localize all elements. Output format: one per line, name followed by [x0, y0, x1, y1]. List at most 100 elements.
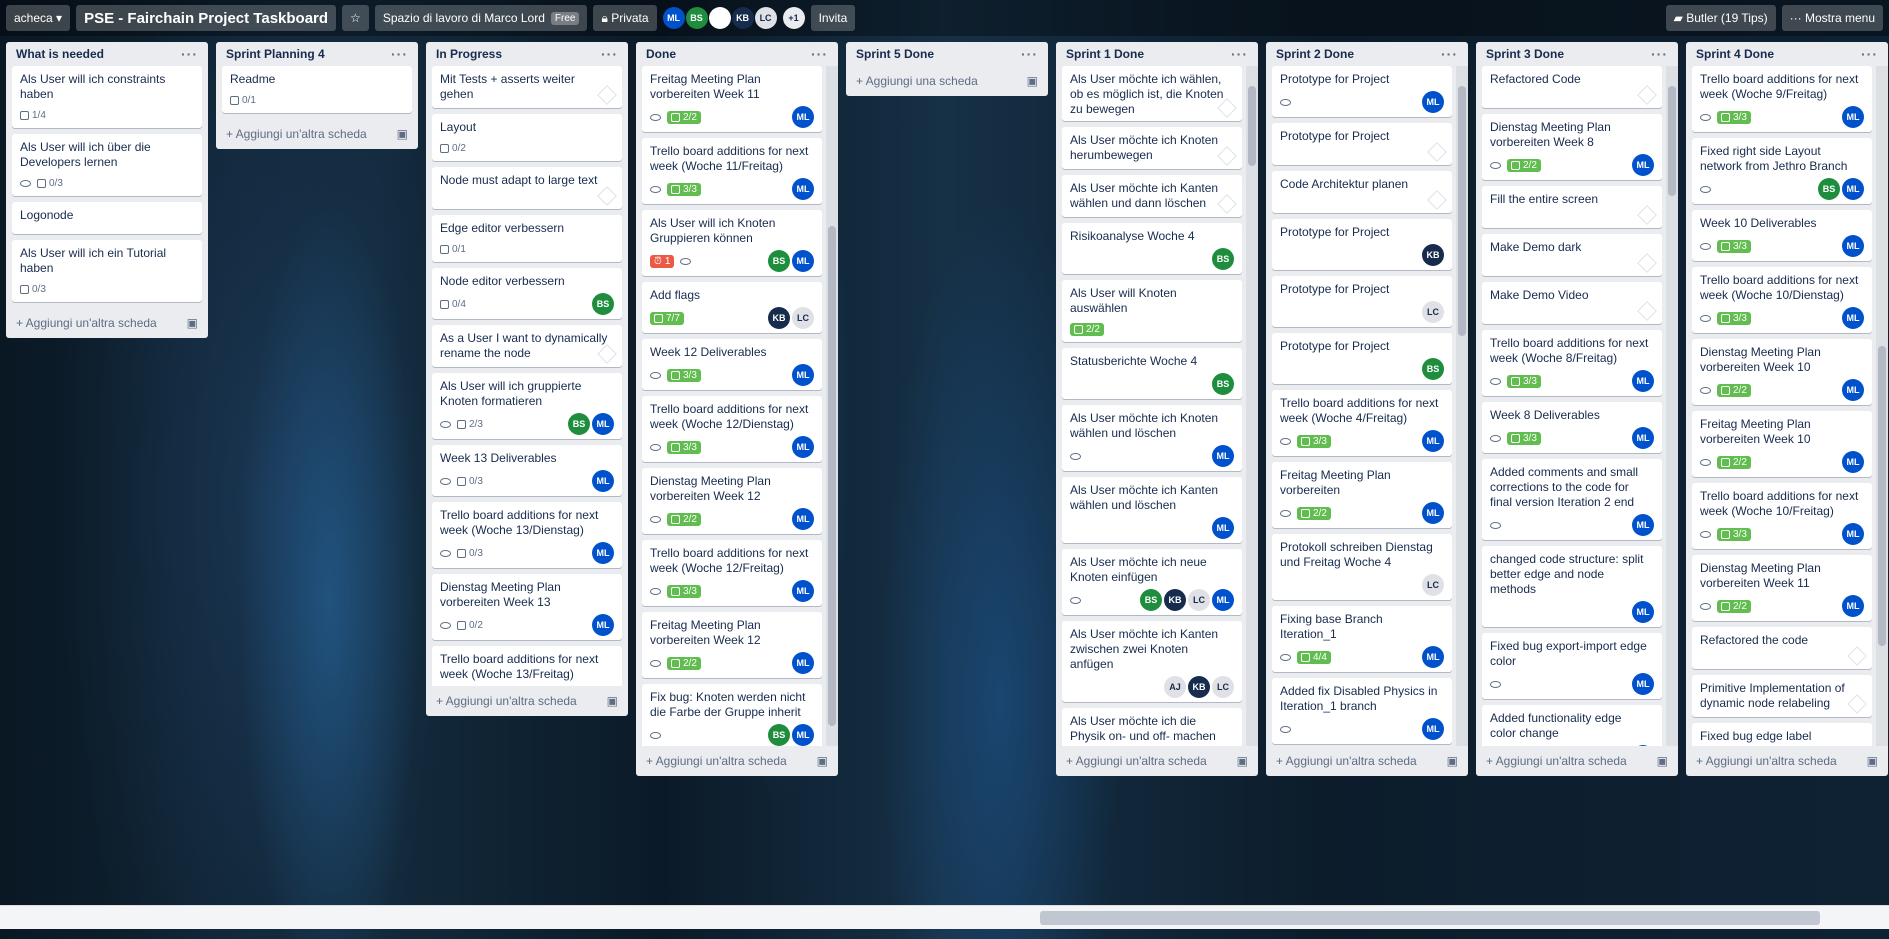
template-icon[interactable]: ▣ — [1237, 754, 1248, 768]
list-title[interactable]: Sprint 3 Done — [1486, 47, 1564, 61]
more-icon[interactable]: ··· — [1021, 46, 1038, 62]
member-avatar[interactable]: KB — [1422, 244, 1444, 266]
member-avatar[interactable]: ML — [1842, 379, 1864, 401]
list-title[interactable]: Sprint 2 Done — [1276, 47, 1354, 61]
member-avatar[interactable]: ML — [1422, 646, 1444, 668]
card[interactable]: Trello board additions for next week (Wo… — [1272, 390, 1452, 456]
vertical-scrollbar[interactable] — [1246, 66, 1258, 746]
member-avatar[interactable]: ML — [792, 364, 814, 386]
member-avatar[interactable]: ML — [1632, 673, 1654, 695]
card[interactable]: Prototype for Project — [1272, 123, 1452, 165]
card[interactable]: Make Demo Video — [1482, 282, 1662, 324]
member-avatar[interactable]: KB — [768, 307, 790, 329]
member-avatar[interactable]: BS — [1140, 589, 1162, 611]
card[interactable]: Week 10 Deliverables 3/3 ML — [1692, 210, 1872, 261]
card[interactable]: Prototype for Project BS — [1272, 333, 1452, 384]
template-icon[interactable]: ▣ — [1447, 754, 1458, 768]
card[interactable]: Freitag Meeting Plan vorbereiten Week 12… — [642, 612, 822, 678]
more-icon[interactable]: ··· — [811, 46, 828, 62]
list-title[interactable]: Done — [646, 47, 676, 61]
scrollbar-thumb[interactable] — [1668, 86, 1676, 196]
member-avatar[interactable]: ML — [792, 436, 814, 458]
member-avatar[interactable]: ML — [1632, 745, 1654, 746]
list-title[interactable]: What is needed — [16, 47, 104, 61]
card[interactable]: Fixed bug edge labelML — [1692, 723, 1872, 746]
vertical-scrollbar[interactable] — [1456, 66, 1468, 746]
list-title[interactable]: Sprint 4 Done — [1696, 47, 1774, 61]
card[interactable]: Primitive Implementation of dynamic node… — [1692, 675, 1872, 717]
member-avatar[interactable]: ML — [1212, 589, 1234, 611]
more-icon[interactable]: ··· — [391, 46, 408, 62]
member-avatar[interactable]: ML — [1422, 502, 1444, 524]
card[interactable]: Als User will ich über die Developers le… — [12, 134, 202, 196]
list-title[interactable]: Sprint 1 Done — [1066, 47, 1144, 61]
card[interactable]: Freitag Meeting Plan vorbereiten Week 10… — [1692, 411, 1872, 477]
template-icon[interactable]: ▣ — [1867, 754, 1878, 768]
card[interactable]: Trello board additions for next week (Wo… — [642, 396, 822, 462]
vertical-scrollbar[interactable] — [1876, 66, 1888, 746]
card[interactable]: Trello board additions for next week (Wo… — [432, 646, 622, 686]
card[interactable]: Week 13 Deliverables 0/3 ML — [432, 445, 622, 496]
card[interactable]: Freitag Meeting Plan vorbereiten Week 11… — [642, 66, 822, 132]
add-card-button[interactable]: + Aggiungi un'altra scheda ▣ — [426, 686, 628, 716]
template-icon[interactable]: ▣ — [1657, 754, 1668, 768]
scrollbar-thumb[interactable] — [1248, 86, 1256, 166]
member-avatar[interactable]: BS — [1212, 373, 1234, 395]
card[interactable]: Trello board additions for next week (Wo… — [432, 502, 622, 568]
member-avatar[interactable]: ML — [1632, 514, 1654, 536]
member-avatar[interactable]: ML — [1212, 517, 1234, 539]
card[interactable]: Prototype for Project LC — [1272, 276, 1452, 327]
card[interactable]: Node editor verbessern 0/4 BS — [432, 268, 622, 319]
member-avatar[interactable]: ML — [1842, 235, 1864, 257]
card[interactable]: Trello board additions for next week (Wo… — [1692, 66, 1872, 132]
scrollbar-thumb[interactable] — [1458, 86, 1466, 336]
card[interactable]: Fixed right side Layout network from Jet… — [1692, 138, 1872, 204]
card[interactable]: Protokoll schreiben Dienstag und Freitag… — [1272, 534, 1452, 600]
card[interactable]: Als User möchte ich neue Knoten einfügen… — [1062, 549, 1242, 615]
member-avatar[interactable]: ML — [792, 106, 814, 128]
card[interactable]: Trello board additions for next week (Wo… — [642, 540, 822, 606]
member-avatar[interactable]: ML — [1632, 154, 1654, 176]
member-avatar[interactable]: ML — [792, 178, 814, 200]
board-members[interactable]: ML BS KB LC — [662, 7, 777, 29]
privacy-button[interactable]: 🔒︎ Privata — [593, 5, 657, 31]
template-icon[interactable]: ▣ — [817, 754, 828, 768]
boards-button[interactable]: acheca ▾ — [6, 5, 71, 31]
card[interactable]: Als User will ich Knoten Gruppieren könn… — [642, 210, 822, 276]
template-icon[interactable]: ▣ — [607, 694, 618, 708]
scrollbar-thumb[interactable] — [1878, 346, 1886, 646]
member-avatar[interactable]: ML — [792, 652, 814, 674]
more-members-badge[interactable]: +1 — [782, 7, 805, 29]
card[interactable]: Dienstag Meeting Plan vorbereiten Week 1… — [642, 468, 822, 534]
member-avatar[interactable]: AJ — [1164, 676, 1186, 698]
board-title[interactable]: PSE - Fairchain Project Taskboard — [76, 5, 337, 31]
member-avatar[interactable]: LC — [1188, 589, 1210, 611]
list-title[interactable]: Sprint 5 Done — [856, 47, 934, 61]
more-icon[interactable]: ··· — [1861, 46, 1878, 62]
add-card-button[interactable]: + Aggiungi un'altra scheda ▣ — [1056, 746, 1258, 776]
card[interactable]: Code Architektur planen — [1272, 171, 1452, 213]
card[interactable]: Added functionality edge color change ML — [1482, 705, 1662, 746]
add-card-button[interactable]: + Aggiungi un'altra scheda ▣ — [636, 746, 838, 776]
member-avatar[interactable]: BS — [1212, 248, 1234, 270]
card[interactable]: Layout 0/2 — [432, 114, 622, 161]
card[interactable]: Edge editor verbessern 0/1 — [432, 215, 622, 262]
card[interactable]: Als User möchte ich Kanten zwischen zwei… — [1062, 621, 1242, 702]
add-card-button[interactable]: + Aggiungi un'altra scheda ▣ — [6, 308, 208, 338]
vertical-scrollbar[interactable] — [1666, 66, 1678, 746]
card[interactable]: Statusberichte Woche 4 BS — [1062, 348, 1242, 399]
card[interactable]: Week 8 Deliverables 3/3 ML — [1482, 402, 1662, 453]
member-avatar[interactable]: ML — [1422, 718, 1444, 740]
member-avatar[interactable]: ML — [1632, 601, 1654, 623]
card[interactable]: Dienstag Meeting Plan vorbereiten Week 1… — [1692, 339, 1872, 405]
member-avatar[interactable]: ML — [1842, 523, 1864, 545]
member-avatar[interactable]: BS — [768, 724, 790, 746]
card[interactable]: Fix bug: Knoten werden nicht die Farbe d… — [642, 684, 822, 746]
add-card-button[interactable]: + Aggiungi una scheda ▣ — [846, 66, 1048, 96]
member-avatar[interactable]: ML — [1842, 178, 1864, 200]
butler-button[interactable]: ▰ Butler (19 Tips) — [1665, 5, 1776, 31]
workspace-button[interactable]: Spazio di lavoro di Marco Lord Free — [374, 5, 588, 31]
member-avatar[interactable]: ML — [792, 250, 814, 272]
card[interactable]: Trello board additions for next week (Wo… — [1692, 483, 1872, 549]
member-avatar[interactable]: KB — [731, 7, 754, 29]
